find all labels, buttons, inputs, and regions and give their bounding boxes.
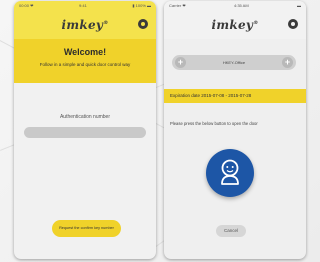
cancel-button[interactable]: Cancel xyxy=(216,225,246,237)
status-battery: ▬ xyxy=(297,3,301,8)
person-icon xyxy=(221,159,239,185)
request-key-button[interactable]: Request the confirm key number xyxy=(52,220,121,237)
next-device-button[interactable]: + xyxy=(281,57,293,68)
device-selector[interactable]: + HKEY-Office + xyxy=(172,55,296,70)
phone-screen-authentication: 00:00 ❤ 9:41 ▮ 100% ▬ imkey® Welcome! Fo… xyxy=(14,1,156,259)
gear-icon[interactable] xyxy=(138,19,148,29)
prev-device-button[interactable]: + xyxy=(175,57,186,68)
gear-icon[interactable] xyxy=(288,19,298,29)
app-logo: imkey® xyxy=(211,17,259,32)
status-time: 9:41 xyxy=(79,3,87,8)
expiration-banner: Expiration date 2015-07-08 - 2015-07-28 xyxy=(164,89,306,103)
status-bar: 00:00 ❤ 9:41 ▮ 100% ▬ xyxy=(14,1,156,10)
device-name: HKEY-Office xyxy=(222,60,246,65)
status-carrier: 00:00 ❤ xyxy=(19,3,34,8)
status-bar: Carrier ❤ 4:35 AM ▬ xyxy=(164,1,306,10)
auth-number-input[interactable] xyxy=(24,127,146,138)
status-battery: ▮ 100% ▬ xyxy=(132,3,151,8)
status-carrier: Carrier ❤ xyxy=(169,3,186,8)
welcome-subtitle: Follow in a simple and quick door contro… xyxy=(39,62,131,67)
welcome-banner: Welcome! Follow in a simple and quick do… xyxy=(14,39,156,83)
nav-bar: imkey® xyxy=(164,10,306,39)
auth-label: Authentication number xyxy=(59,114,111,120)
phone-screen-unlock: Carrier ❤ 4:35 AM ▬ imkey® + HKEY-Office… xyxy=(164,1,306,259)
app-logo: imkey® xyxy=(61,17,109,32)
unlock-button[interactable] xyxy=(206,149,254,197)
unlock-hint: Please press the below button to open th… xyxy=(170,121,258,126)
status-time: 4:35 AM xyxy=(234,3,249,8)
welcome-title: Welcome! xyxy=(63,47,107,57)
nav-bar: imkey® xyxy=(14,10,156,39)
